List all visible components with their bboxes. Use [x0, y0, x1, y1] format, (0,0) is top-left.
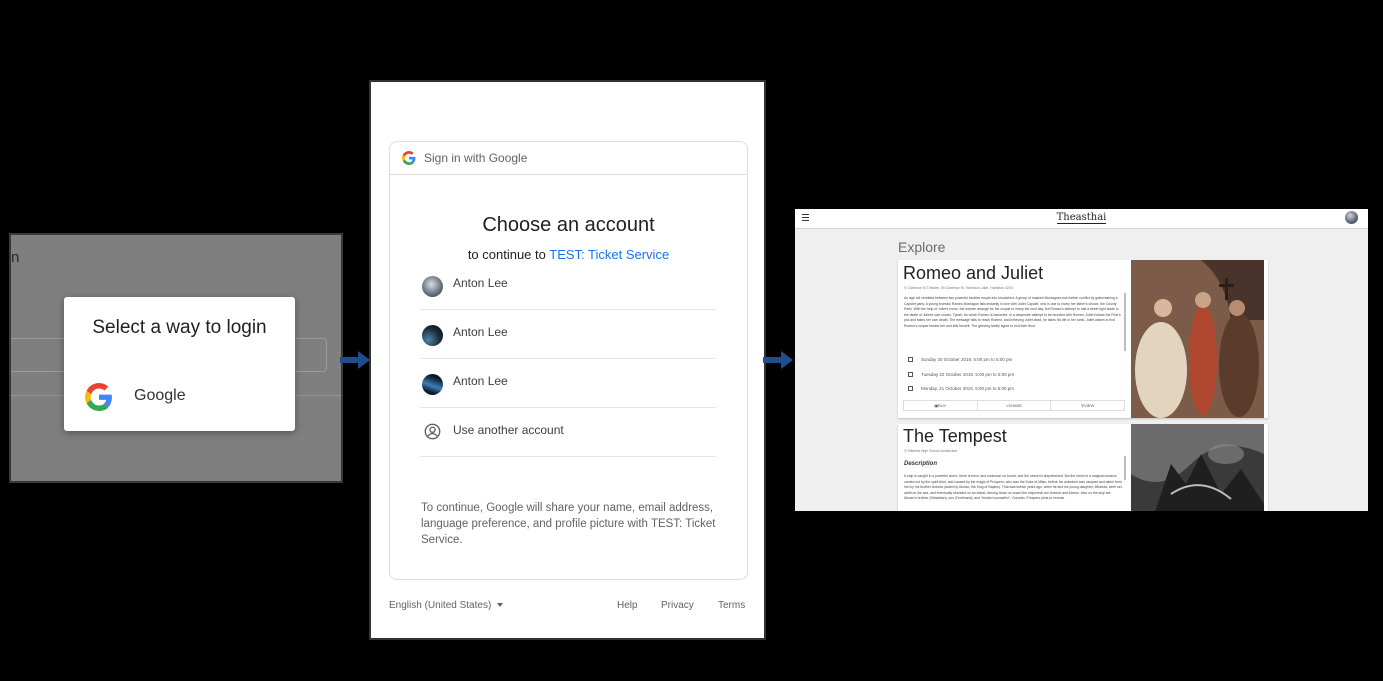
avatar	[422, 374, 443, 395]
privacy-link[interactable]: Privacy	[661, 600, 694, 611]
show-artwork	[1131, 424, 1264, 511]
account-name: Anton Lee	[453, 276, 508, 290]
avatar	[422, 276, 443, 297]
login-screen: n Select a way to login Google	[9, 233, 343, 483]
sharing-disclaimer: To continue, Google will share your name…	[421, 502, 716, 546]
show-venue: ⚲ Hillcrest High School Auditorium	[904, 449, 958, 453]
show-card: Romeo and Juliet ⚲ Clarence St Theatre, …	[898, 260, 1268, 418]
account-name: Anton Lee	[453, 325, 508, 339]
person-circle-icon	[424, 423, 441, 440]
theasthai-explore-screen: Theasthai Explore Romeo and Juliet ⚲ Cla…	[795, 209, 1368, 511]
page-title: Explore	[898, 239, 946, 255]
show-description: A ship is caught in a powerful storm, th…	[904, 474, 1122, 501]
account-item[interactable]: Anton Lee	[420, 262, 716, 310]
avatar	[422, 325, 443, 346]
show-date: Monday, 21 October 2019, 5:00 pm to 5:00…	[908, 386, 1014, 392]
description-heading: Description	[904, 461, 938, 467]
login-method-dialog: Select a way to login Google	[64, 297, 295, 431]
google-icon	[85, 383, 112, 411]
show-description: An age old vendetta between two powerful…	[904, 296, 1121, 328]
show-card: The Tempest ⚲ Hillcrest High School Audi…	[898, 424, 1268, 511]
terms-link[interactable]: Terms	[718, 600, 745, 611]
show-venue: ⚲ Clarence St Theatre, 59 Clarence St, H…	[904, 286, 1013, 290]
calendar-icon	[908, 372, 913, 378]
caret-down-icon	[497, 603, 504, 608]
view-button[interactable]: ⚲VIEW	[1051, 401, 1124, 410]
account-chooser-card: Sign in with Google Choose an account to…	[389, 141, 748, 580]
account-item[interactable]: Anton Lee	[420, 311, 716, 359]
share-button[interactable]: <SHARE	[978, 401, 1052, 410]
description-scrollbar[interactable]	[1124, 293, 1126, 351]
show-title: The Tempest	[903, 426, 1007, 446]
language-selector[interactable]: English (United States)	[389, 600, 504, 611]
app-logo: Theasthai	[1056, 212, 1107, 224]
language-label: English (United States)	[389, 600, 492, 611]
google-icon	[402, 151, 416, 165]
chooser-title: Choose an account	[482, 214, 655, 236]
show-date: Sunday 20 October 2019, 5:00 pm to 5:00 …	[908, 357, 1012, 363]
description-scrollbar[interactable]	[1124, 456, 1126, 480]
show-date: Tuesday 22 October 2019, 5:00 pm to 5:00…	[908, 372, 1014, 378]
account-name: Anton Lee	[453, 374, 508, 388]
show-actions: ▣BUY <SHARE ⚲VIEW	[903, 400, 1125, 411]
show-title: Romeo and Juliet	[903, 263, 1044, 283]
calendar-icon	[908, 357, 913, 363]
avatar[interactable]	[1345, 211, 1358, 224]
app-name-link[interactable]: TEST: Ticket Service	[549, 247, 669, 262]
calendar-icon	[908, 386, 913, 392]
flow-arrow-icon	[763, 351, 793, 369]
buy-button[interactable]: ▣BUY	[904, 401, 978, 410]
use-another-account-label: Use another account	[453, 423, 564, 437]
google-option-label: Google	[134, 387, 186, 404]
chooser-subtitle: to continue to TEST: Ticket Service	[390, 247, 747, 262]
show-artwork	[1131, 260, 1264, 418]
flow-arrow-icon	[340, 351, 370, 369]
help-link[interactable]: Help	[617, 600, 638, 611]
google-login-option[interactable]: Google	[64, 375, 295, 419]
google-account-chooser: Sign in with Google Choose an account to…	[369, 80, 766, 640]
dialog-title: Select a way to login	[92, 317, 267, 338]
sign-in-header-text: Sign in with Google	[424, 151, 528, 165]
sign-in-header: Sign in with Google	[390, 142, 747, 175]
background-text: n	[11, 249, 20, 266]
subtitle-prefix: to continue to	[467, 247, 550, 262]
app-bar: Theasthai	[795, 209, 1368, 229]
use-another-account[interactable]: Use another account	[420, 409, 716, 457]
account-item[interactable]: Anton Lee	[420, 360, 716, 408]
